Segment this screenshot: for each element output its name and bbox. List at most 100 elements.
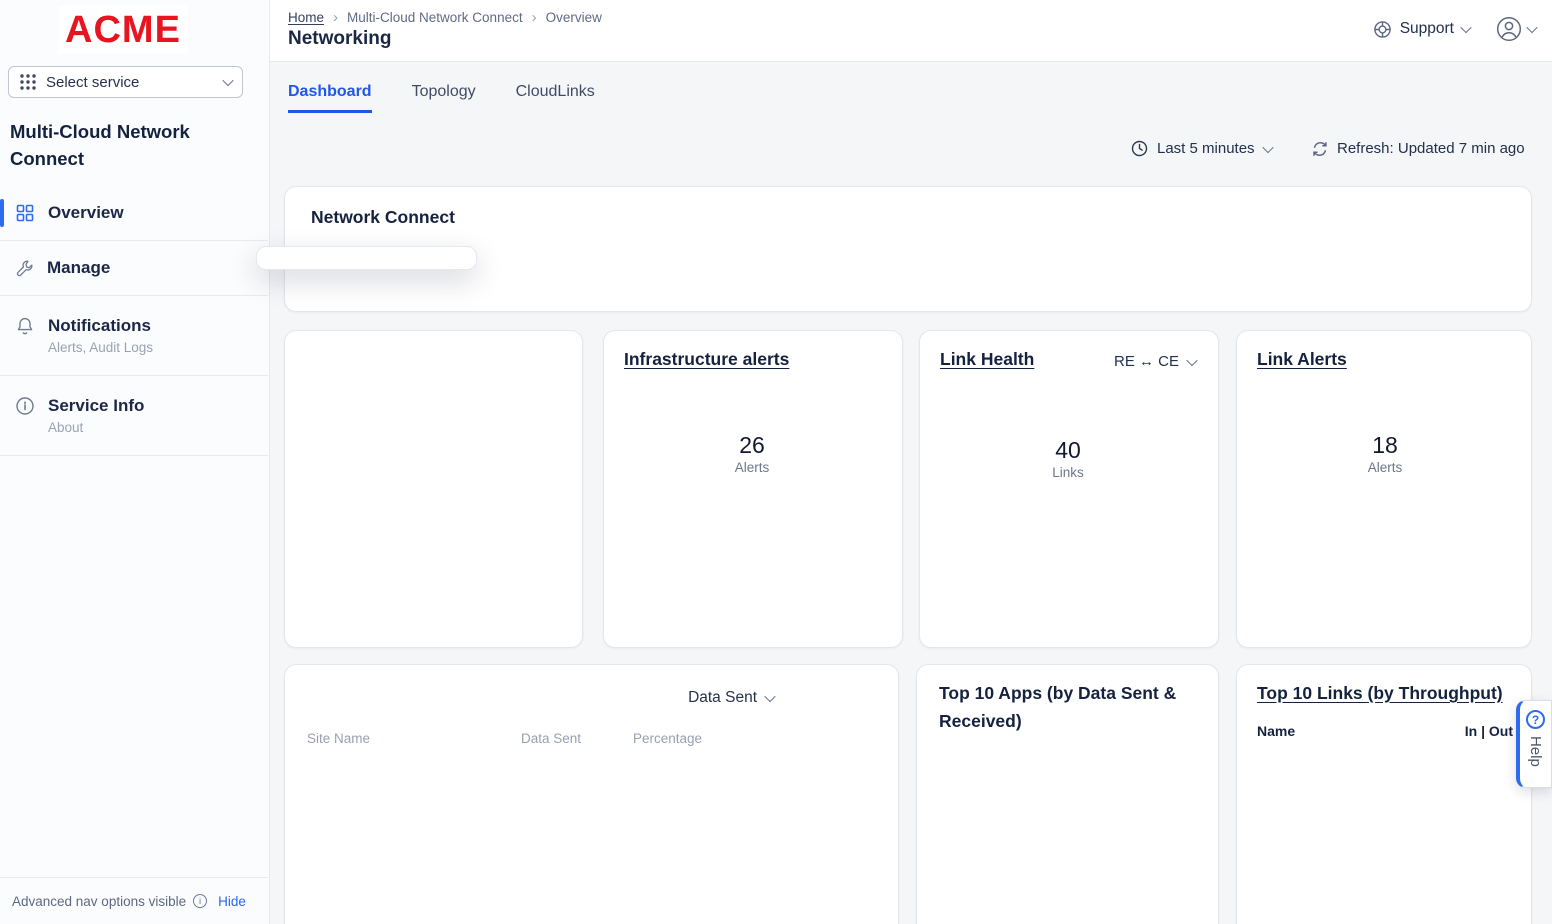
tab-cloudlinks[interactable]: CloudLinks (516, 83, 595, 113)
data-sent-selector-value: Data Sent (688, 689, 757, 707)
donut-center (401, 415, 477, 491)
divider (0, 375, 268, 376)
alerts-count-label: Alerts (1368, 460, 1403, 475)
alerts-count: 26 (739, 432, 765, 459)
sidebar-item-service-info[interactable]: Service Info About (0, 386, 268, 445)
networking-dropdown-menu (256, 246, 477, 270)
service-info-sublabel: About (48, 420, 144, 435)
product-title: Multi-Cloud Network Connect (10, 118, 245, 172)
breadcrumb-item[interactable]: Overview (546, 10, 602, 25)
data-sent-selector[interactable]: Data Sent (688, 689, 774, 707)
service-selector[interactable]: Select service (8, 66, 243, 98)
avatar-icon (1496, 16, 1522, 42)
apps-grid-icon (19, 73, 37, 91)
obscured-health-card (284, 330, 583, 648)
breadcrumb-separator: › (532, 9, 537, 26)
links-count: 40 (1055, 437, 1081, 464)
chevron-down-icon (1262, 141, 1273, 152)
help-label: Help (1527, 736, 1544, 767)
link-alerts-title[interactable]: Link Alerts (1257, 349, 1347, 370)
overview-section-label: Overview (48, 203, 124, 223)
service-selector-label: Select service (46, 74, 139, 91)
sidebar-nav: Overview Manage Notifications Alerts, Au… (0, 196, 268, 466)
divider (0, 295, 268, 296)
breadcrumb-separator: › (333, 9, 338, 26)
link-type-value: RE ↔ CE (1114, 353, 1179, 370)
top-apps-title: Top 10 Apps (by Data Sent & Received) (939, 679, 1201, 735)
column-in-out: In | Out (1465, 723, 1513, 739)
notifications-label: Notifications (48, 316, 153, 336)
table-header: Site Name Data Sent Percentage (307, 731, 876, 746)
panel-title: Network Connect (311, 207, 455, 228)
info-icon: i (193, 894, 207, 908)
info-circle-icon (15, 396, 35, 416)
user-menu[interactable] (1496, 16, 1536, 42)
sidebar-section-overview[interactable]: Overview (0, 196, 268, 230)
chevron-down-icon (1460, 22, 1471, 33)
clock-icon (1131, 140, 1148, 157)
help-tab[interactable]: ? Help (1516, 700, 1552, 788)
column-percentage: Percentage (633, 731, 784, 746)
overview-grid-icon (15, 203, 35, 223)
app-window: ACME Select service Multi-Cloud Network … (0, 0, 1552, 924)
chevron-down-icon (764, 691, 775, 702)
links-count-label: Links (1052, 465, 1084, 480)
divider (0, 455, 268, 456)
top-header: Home › Multi-Cloud Network Connect › Ove… (270, 0, 1552, 62)
breadcrumb-item[interactable]: Multi-Cloud Network Connect (347, 10, 523, 25)
donut-chart (375, 389, 503, 517)
link-health-card: Link Health RE ↔ CE 40 Links (919, 330, 1219, 648)
top-sites-card: Data Sent Site Name Data Sent Percentage (284, 664, 899, 924)
active-section-bar (0, 199, 4, 227)
support-menu[interactable]: Support (1373, 20, 1470, 39)
link-health-title[interactable]: Link Health (940, 349, 1034, 370)
top-apps-card: Top 10 Apps (by Data Sent & Received) (916, 664, 1219, 924)
time-range-label: Last 5 minutes (1157, 140, 1255, 157)
support-label: Support (1400, 20, 1454, 38)
notifications-sublabel: Alerts, Audit Logs (48, 340, 153, 355)
column-site-name: Site Name (307, 731, 521, 746)
sidebar: ACME Select service Multi-Cloud Network … (0, 0, 270, 924)
sidebar-item-notifications[interactable]: Notifications Alerts, Audit Logs (0, 306, 268, 365)
wrench-icon (15, 259, 34, 278)
breadcrumb: Home › Multi-Cloud Network Connect › Ove… (288, 9, 602, 26)
tab-dashboard[interactable]: Dashboard (288, 83, 372, 113)
donut-chart: 40 Links (1004, 394, 1132, 522)
chevron-down-icon (1186, 354, 1197, 365)
page-title: Networking (288, 28, 391, 50)
donut-center: 18 Alerts (1347, 415, 1423, 491)
manage-section-label: Manage (47, 258, 110, 278)
tab-bar: Dashboard Topology CloudLinks (288, 83, 595, 113)
alerts-count: 18 (1372, 432, 1398, 459)
lifebuoy-icon (1373, 20, 1392, 39)
link-alerts-card: Link Alerts 18 Alerts (1236, 330, 1532, 648)
time-range-selector[interactable]: Last 5 minutes (1131, 140, 1272, 157)
top-links-title[interactable]: Top 10 Links (by Throughput) (1257, 683, 1503, 704)
link-type-selector[interactable]: RE ↔ CE (1114, 353, 1196, 370)
donut-center: 26 Alerts (714, 415, 790, 491)
chevron-down-icon (222, 75, 233, 86)
divider (0, 240, 268, 241)
alerts-count-label: Alerts (735, 460, 770, 475)
sidebar-section-manage[interactable]: Manage (0, 251, 268, 285)
refresh-button[interactable]: Refresh: Updated 7 min ago (1311, 140, 1525, 157)
chevron-down-icon (1526, 22, 1537, 33)
sidebar-footer: Advanced nav options visible i Hide (0, 877, 268, 924)
donut-center: 40 Links (1030, 420, 1106, 496)
question-mark-icon: ? (1526, 710, 1545, 729)
acme-logo: ACME (58, 6, 188, 54)
service-info-label: Service Info (48, 396, 144, 416)
tab-topology[interactable]: Topology (412, 83, 476, 113)
links-table-header: Name In | Out (1257, 723, 1513, 739)
refresh-label: Refresh: Updated 7 min ago (1337, 140, 1525, 157)
donut-chart: 26 Alerts (688, 389, 816, 517)
infrastructure-alerts-title[interactable]: Infrastructure alerts (624, 349, 789, 370)
hide-nav-link[interactable]: Hide (218, 894, 246, 909)
column-data-sent: Data Sent (521, 731, 633, 746)
top-links-card: Top 10 Links (by Throughput) Name In | O… (1236, 664, 1532, 924)
refresh-icon (1311, 141, 1329, 157)
donut-chart: 18 Alerts (1321, 389, 1449, 517)
advanced-nav-text: Advanced nav options visible (12, 894, 186, 909)
bell-icon (15, 316, 35, 336)
breadcrumb-home[interactable]: Home (288, 10, 324, 25)
